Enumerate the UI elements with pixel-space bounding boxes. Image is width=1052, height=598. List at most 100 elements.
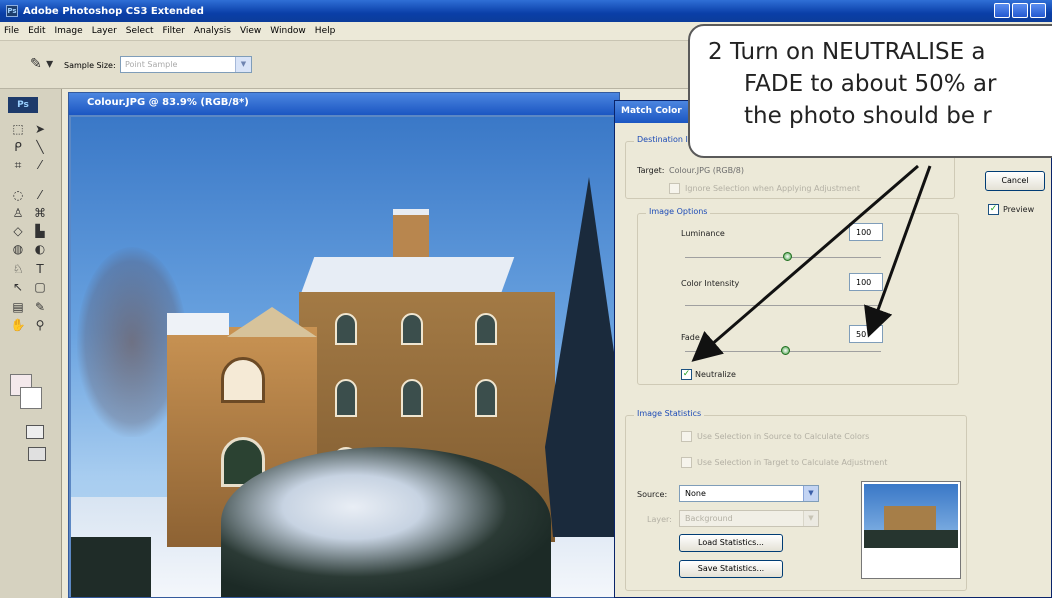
move-tool-icon[interactable]: ➤	[30, 121, 50, 138]
roof-left	[167, 313, 229, 335]
healing-brush-tool-icon[interactable]: ◌	[8, 187, 28, 204]
ps-logo: Ps	[8, 97, 38, 113]
layer-value: Background	[685, 514, 733, 523]
neutralize-checkbox[interactable]: ✓	[681, 369, 692, 380]
photoshop-app-icon: Ps	[6, 5, 18, 17]
image-statistics-group-label: Image Statistics	[634, 409, 705, 418]
document-window: Colour.JPG @ 83.9% (RGB/8*)	[68, 92, 620, 598]
window	[221, 357, 265, 403]
use-selection-target-label: Use Selection in Target to Calculate Adj…	[697, 458, 888, 467]
maximize-icon[interactable]	[1012, 3, 1028, 18]
preview-checkbox[interactable]: ✓	[988, 204, 999, 215]
color-intensity-slider[interactable]	[685, 305, 881, 306]
fade-label: Fade	[681, 333, 700, 342]
document-title: Colour.JPG @ 83.9% (RGB/8*)	[69, 93, 619, 115]
minimize-icon[interactable]	[994, 3, 1010, 18]
background-color-swatch[interactable]	[20, 387, 42, 409]
history-brush-tool-icon[interactable]: ⌘	[30, 205, 50, 222]
hand-tool-icon[interactable]: ✋	[8, 317, 28, 334]
roof-main	[299, 257, 515, 297]
instruction-callout: 2 Turn on NEUTRALISE a FADE to about 50%…	[688, 24, 1052, 158]
layer-select[interactable]: Background ▼	[679, 510, 819, 527]
image-options-group: Image Options	[637, 207, 959, 385]
evergreen-tree	[545, 177, 617, 537]
color-intensity-input[interactable]: 100	[849, 273, 883, 291]
menu-filter[interactable]: Filter	[163, 26, 185, 36]
notes-tool-icon[interactable]: ▤	[8, 299, 28, 316]
dodge-tool-icon[interactable]: ◐	[30, 241, 50, 258]
cancel-button[interactable]: Cancel	[985, 171, 1045, 191]
luminance-label: Luminance	[681, 229, 725, 238]
sample-size-label: Sample Size:	[64, 61, 116, 70]
luminance-slider-thumb[interactable]	[783, 252, 792, 261]
source-select[interactable]: None ▼	[679, 485, 819, 502]
chevron-down-icon: ▼	[803, 511, 818, 526]
eyedropper-tool-icon[interactable]: ✎	[30, 299, 50, 316]
blur-tool-icon[interactable]: ◍	[8, 241, 28, 258]
window-controls	[994, 3, 1046, 18]
sample-size-select[interactable]: Point Sample ▼	[120, 56, 252, 73]
snowy-bushes	[221, 447, 551, 597]
menu-select[interactable]: Select	[126, 26, 154, 36]
ignore-selection-label: Ignore Selection when Applying Adjustmen…	[685, 184, 860, 193]
type-tool-icon[interactable]: T	[30, 261, 50, 278]
preview-label: Preview	[1003, 205, 1035, 214]
layer-label: Layer:	[647, 515, 672, 524]
menu-view[interactable]: View	[240, 26, 261, 36]
menu-file[interactable]: File	[4, 26, 19, 36]
load-statistics-button[interactable]: Load Statistics...	[679, 534, 783, 552]
path-selection-tool-icon[interactable]: ↖	[8, 279, 28, 296]
sample-size-value: Point Sample	[125, 60, 178, 69]
quick-mask-icon[interactable]	[26, 425, 44, 439]
callout-line-3: the photo should be r	[744, 103, 992, 129]
use-selection-source-label: Use Selection in Source to Calculate Col…	[697, 432, 870, 441]
magic-wand-tool-icon[interactable]: ╲	[30, 139, 50, 156]
target-label: Target:	[637, 166, 665, 175]
source-value: None	[685, 489, 706, 498]
gradient-tool-icon[interactable]: ▙	[30, 223, 50, 240]
window	[335, 379, 357, 417]
zoom-tool-icon[interactable]: ⚲	[30, 317, 50, 334]
luminance-input[interactable]: 100	[849, 223, 883, 241]
dark-shrub	[71, 537, 151, 597]
slice-tool-icon[interactable]: ⁄	[30, 157, 50, 174]
menu-image[interactable]: Image	[55, 26, 83, 36]
color-intensity-label: Color Intensity	[681, 279, 740, 288]
shape-tool-icon[interactable]: ▢	[30, 279, 50, 296]
image-options-group-label: Image Options	[646, 207, 711, 216]
clone-stamp-tool-icon[interactable]: ♙	[8, 205, 28, 222]
window	[475, 313, 497, 345]
crop-tool-icon[interactable]: ⌗	[8, 157, 28, 174]
menu-layer[interactable]: Layer	[92, 26, 117, 36]
fade-slider-thumb[interactable]	[781, 346, 790, 355]
menu-help[interactable]: Help	[315, 26, 336, 36]
lasso-tool-icon[interactable]: ᑭ	[8, 139, 28, 156]
window	[335, 313, 357, 345]
marquee-tool-icon[interactable]: ⬚	[8, 121, 28, 138]
menu-window[interactable]: Window	[270, 26, 306, 36]
use-selection-target-checkbox[interactable]	[681, 457, 692, 468]
photo-canvas[interactable]	[71, 117, 617, 597]
use-selection-source-checkbox[interactable]	[681, 431, 692, 442]
window	[401, 379, 423, 417]
source-thumbnail	[861, 481, 961, 579]
match-color-dialog: Match Color Destination Image Target: Co…	[614, 100, 1052, 598]
eraser-tool-icon[interactable]: ◇	[8, 223, 28, 240]
app-title: Adobe Photoshop CS3 Extended	[23, 5, 204, 17]
fade-input[interactable]: 50	[849, 325, 883, 343]
ignore-selection-checkbox[interactable]	[669, 183, 680, 194]
target-value: Colour.JPG (RGB/8)	[669, 166, 744, 175]
save-statistics-button[interactable]: Save Statistics...	[679, 560, 783, 578]
screen-mode-icon[interactable]	[28, 447, 46, 461]
callout-line-2: FADE to about 50% ar	[744, 71, 997, 97]
chevron-down-icon: ▼	[235, 57, 251, 72]
close-icon[interactable]	[1030, 3, 1046, 18]
menu-edit[interactable]: Edit	[28, 26, 45, 36]
eyedropper-icon[interactable]: ✎ ▾	[30, 55, 56, 73]
source-label: Source:	[637, 490, 668, 499]
pen-tool-icon[interactable]: ♘	[8, 261, 28, 278]
neutralize-label: Neutralize	[695, 370, 736, 379]
chevron-down-icon: ▼	[803, 486, 818, 501]
menu-analysis[interactable]: Analysis	[194, 26, 231, 36]
brush-tool-icon[interactable]: ⁄	[30, 187, 50, 204]
